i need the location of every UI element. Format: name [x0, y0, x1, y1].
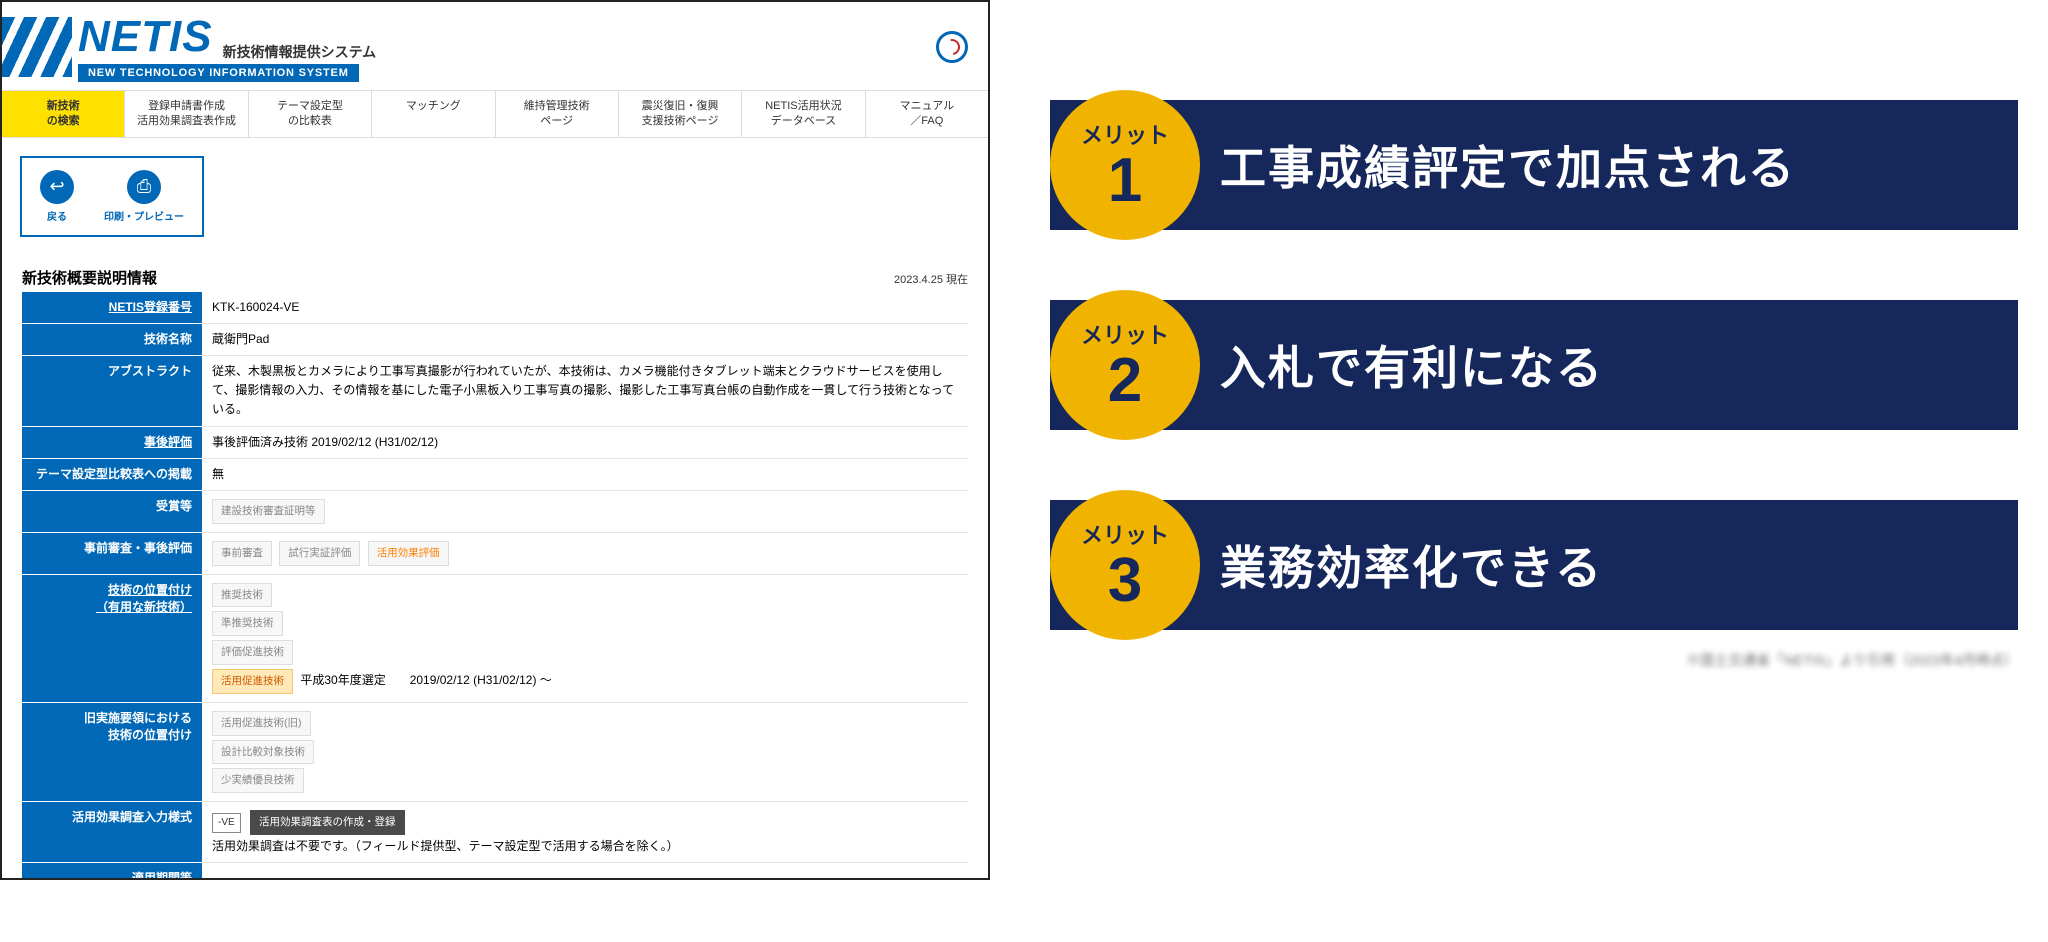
foot-note: ※国土交通省「NETIS」より引用（2023年4月時点） [1050, 650, 2018, 670]
row-position-label-2: （有用な新技術） [96, 600, 192, 614]
old-pill[interactable]: 設計比較対象技術 [212, 740, 314, 765]
preeval-pill-accent[interactable]: 活用効果評価 [368, 541, 449, 566]
nav-item[interactable]: 新技術の検索 [2, 91, 125, 137]
row-posteval-value: 事後評価済み技術 2019/02/12 (H31/02/12) [202, 426, 968, 458]
logo-block: NETIS 新技術情報提供システム NEW TECHNOLOGY INFORMA… [78, 12, 376, 82]
row-preeval-value: 事前審査 試行実証評価 活用効果評価 [202, 532, 968, 574]
row-regnum-value: KTK-160024-VE [202, 292, 968, 324]
merit-block: メリット 2 入札で有利になる [1050, 300, 2018, 430]
globe-icon [936, 31, 968, 63]
nav-item[interactable]: マッチング [372, 91, 495, 137]
print-button[interactable]: ⎙ 印刷・プレビュー [104, 170, 184, 223]
main-nav: 新技術の検索登録申請書作成活用効果調査表作成テーマ設定型の比較表マッチング維持管… [2, 90, 988, 138]
merit-badge-num: 1 [1108, 150, 1142, 212]
row-name-value: 蔵衛門Pad [202, 323, 968, 355]
row-name-label: 技術名称 [22, 323, 202, 355]
toolbar: ↩ 戻る ⎙ 印刷・プレビュー [20, 156, 204, 237]
back-icon: ↩ [40, 170, 74, 204]
row-posteval-label[interactable]: 事後評価 [22, 426, 202, 458]
position-pill[interactable]: 推奨技術 [212, 583, 272, 608]
survey-note: 活用効果調査は不要です。（フィールド提供型、テーマ設定型で活用する場合を除く。） [212, 839, 679, 853]
survey-create-button[interactable]: 活用効果調査表の作成・登録 [250, 810, 405, 835]
row-position-label[interactable]: 技術の位置付け （有用な新技術） [22, 574, 202, 702]
print-label: 印刷・プレビュー [104, 208, 184, 223]
logo-stripes [2, 17, 72, 77]
row-period-value [202, 863, 968, 880]
row-survey-value: -VE 活用効果調査表の作成・登録 活用効果調査は不要です。（フィールド提供型、… [202, 802, 968, 863]
row-old-label-2: 技術の位置付け [108, 728, 192, 742]
row-preeval-label: 事前審査・事後評価 [22, 532, 202, 574]
logo-jp: 新技術情報提供システム [223, 42, 377, 62]
merit-badge-num: 2 [1108, 350, 1142, 412]
nav-item[interactable]: NETIS活用状況データベース [742, 91, 865, 137]
row-regnum-label[interactable]: NETIS登録番号 [22, 292, 202, 324]
survey-ve-badge: -VE [212, 813, 241, 833]
merit-block: メリット 1 工事成績評定で加点される [1050, 100, 2018, 230]
row-position-value: 推奨技術 準推奨技術 評価促進技術 活用促進技術 平成30年度選定 2019/0… [202, 574, 968, 702]
award-pill[interactable]: 建設技術審査証明等 [212, 499, 325, 524]
merit-badge-num: 3 [1108, 550, 1142, 612]
print-icon: ⎙ [127, 170, 161, 204]
merit-badge: メリット 3 [1050, 490, 1200, 640]
merit-badge: メリット 1 [1050, 90, 1200, 240]
merits-panel: メリット 1 工事成績評定で加点される メリット 2 入札で有利になる メリット… [1050, 0, 2048, 942]
position-pill[interactable]: 評価促進技術 [212, 640, 293, 665]
position-pill-on[interactable]: 活用促進技術 [212, 669, 293, 694]
row-award-label: 受賞等 [22, 491, 202, 533]
old-pill[interactable]: 少実績優良技術 [212, 768, 304, 793]
nav-item[interactable]: 維持管理技術ページ [496, 91, 619, 137]
row-position-label-1: 技術の位置付け [108, 583, 192, 597]
section-title: 新技術概要説明情報 [22, 267, 157, 288]
row-award-value: 建設技術審査証明等 [202, 491, 968, 533]
logo-text: NETIS [78, 12, 213, 62]
row-old-label-1: 旧実施要領における [84, 711, 192, 725]
section-header: 新技術概要説明情報 2023.4.25 現在 [22, 267, 968, 288]
merit-block: メリット 3 業務効率化できる [1050, 500, 2018, 630]
nav-item[interactable]: 登録申請書作成活用効果調査表作成 [125, 91, 248, 137]
netis-app-window: NETIS 新技術情報提供システム NEW TECHNOLOGY INFORMA… [0, 0, 990, 880]
preeval-pill[interactable]: 事前審査 [212, 541, 272, 566]
logo-sub: NEW TECHNOLOGY INFORMATION SYSTEM [78, 64, 359, 82]
position-pill[interactable]: 準推奨技術 [212, 611, 283, 636]
row-theme-value: 無 [202, 458, 968, 490]
nav-item[interactable]: テーマ設定型の比較表 [249, 91, 372, 137]
row-old-value: 活用促進技術(旧) 設計比較対象技術 少実績優良技術 [202, 702, 968, 801]
titlebar: NETIS 新技術情報提供システム NEW TECHNOLOGY INFORMA… [2, 2, 988, 82]
row-theme-label: テーマ設定型比較表への掲載 [22, 458, 202, 490]
row-old-label: 旧実施要領における 技術の位置付け [22, 702, 202, 801]
row-abstract-value: 従来、木製黒板とカメラにより工事写真撮影が行われていたが、本技術は、カメラ機能付… [202, 356, 968, 427]
detail-table: NETIS登録番号 KTK-160024-VE 技術名称 蔵衛門Pad アブスト… [22, 292, 968, 880]
merit-badge: メリット 2 [1050, 290, 1200, 440]
row-survey-label: 活用効果調査入力様式 [22, 802, 202, 863]
section-date: 2023.4.25 現在 [894, 271, 968, 287]
preeval-pill[interactable]: 試行実証評価 [279, 541, 360, 566]
back-button[interactable]: ↩ 戻る [40, 170, 74, 223]
row-period-label: 適用期間等 [22, 863, 202, 880]
nav-item[interactable]: 震災復旧・復興支援技術ページ [619, 91, 742, 137]
position-text: 平成30年度選定 2019/02/12 (H31/02/12) ～ [300, 673, 551, 687]
nav-item[interactable]: マニュアル／FAQ [866, 91, 988, 137]
back-label: 戻る [40, 208, 74, 223]
old-pill[interactable]: 活用促進技術(旧) [212, 711, 311, 736]
row-abstract-label: アブストラクト [22, 356, 202, 427]
